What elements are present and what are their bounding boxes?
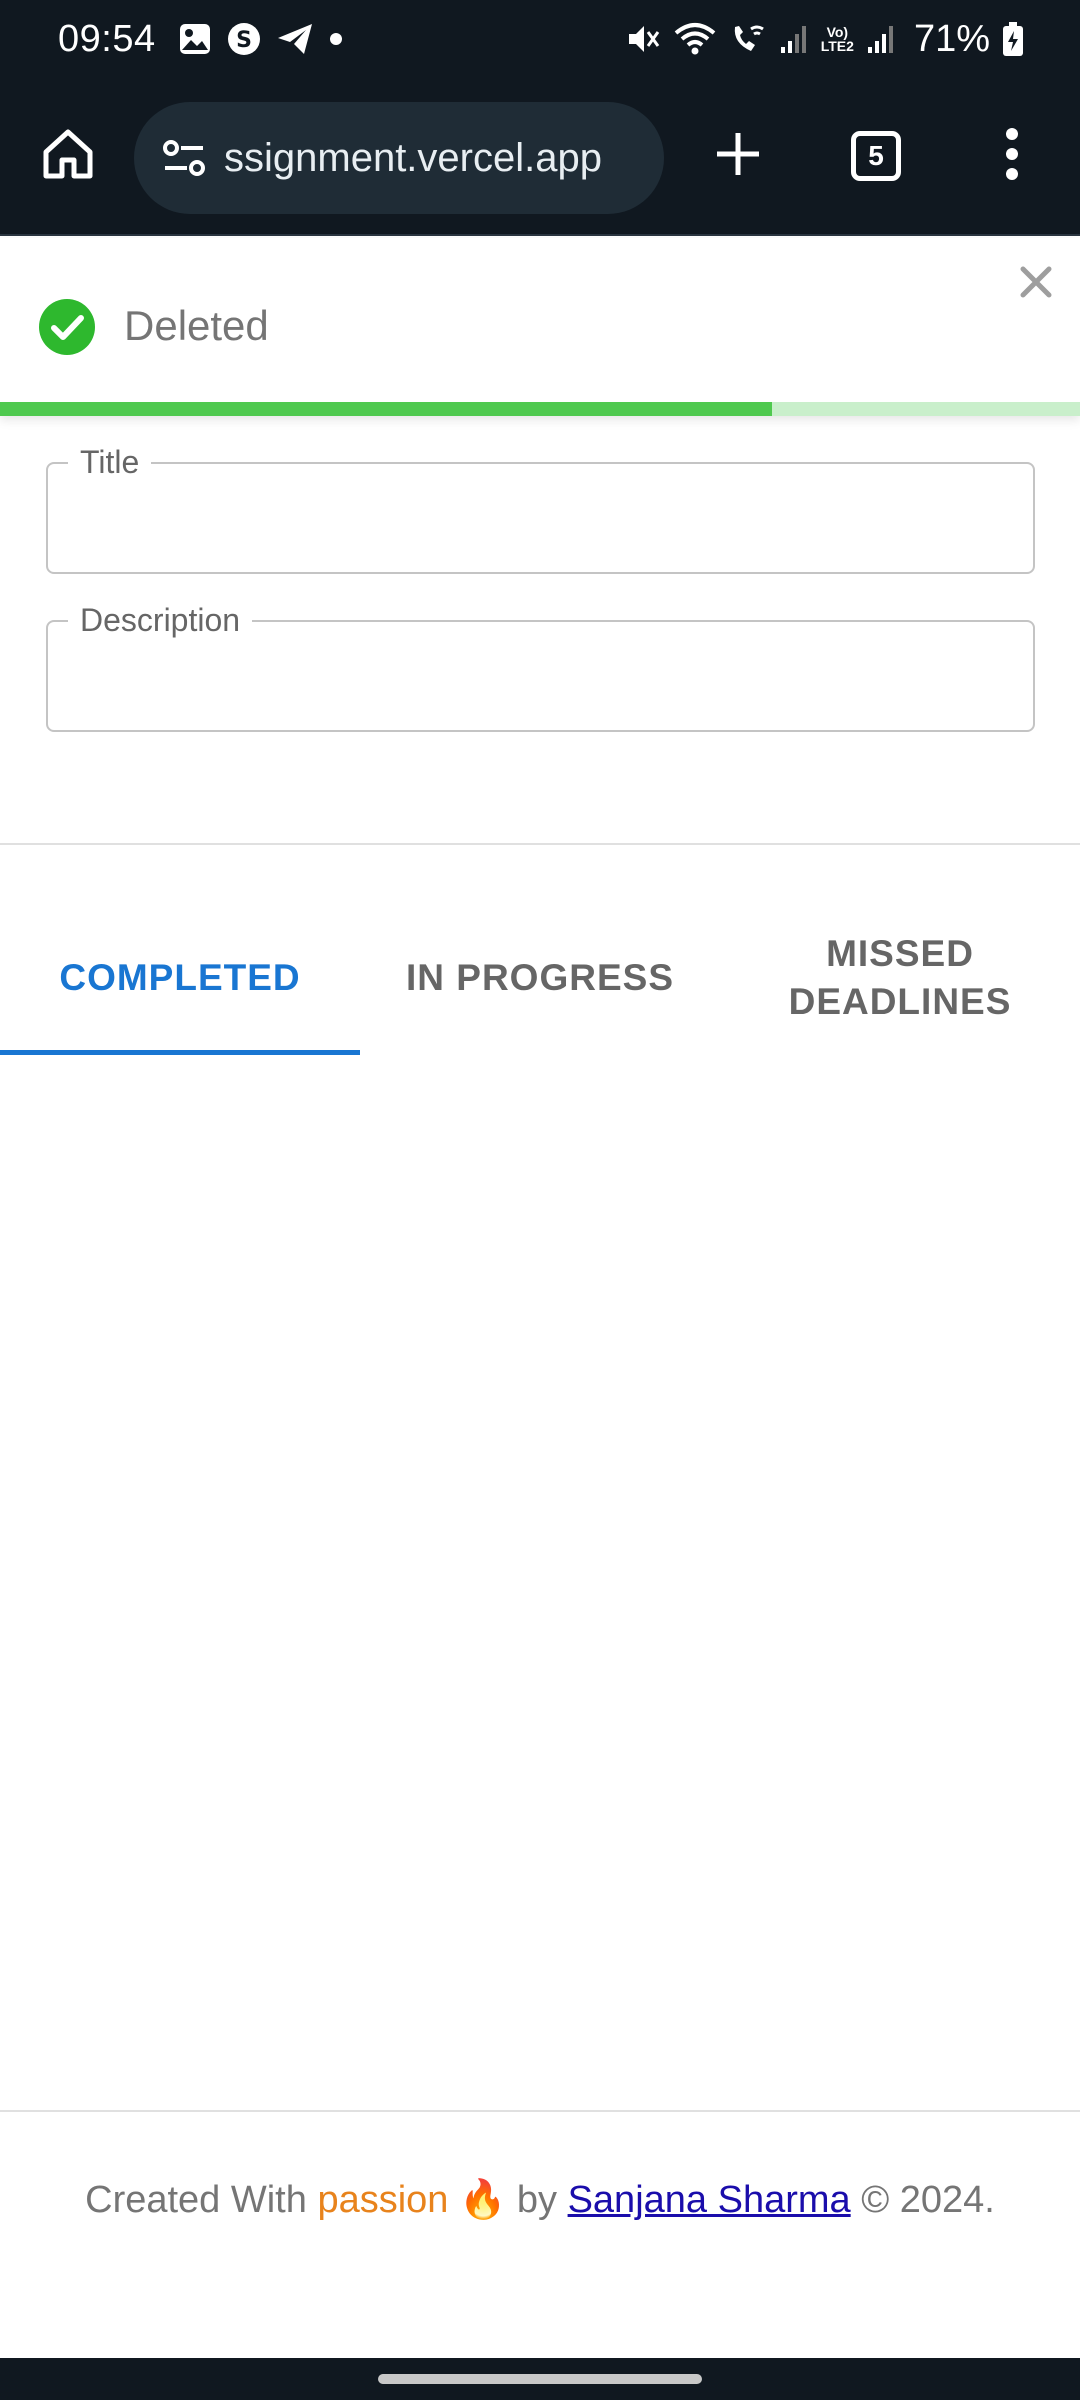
description-label: Description: [68, 600, 253, 640]
toast-progress-fill: [0, 402, 773, 416]
status-left-icons: S: [178, 21, 344, 57]
active-tab-indicator: [0, 1050, 360, 1055]
battery-charging-icon: [1002, 21, 1024, 57]
gesture-handle[interactable]: [378, 2374, 702, 2384]
tab-switcher-button[interactable]: 5: [846, 126, 906, 186]
signal-icon: [866, 23, 896, 55]
system-nav-bar: [0, 2358, 1080, 2400]
wifi-icon: [673, 21, 717, 57]
fire-emoji-icon: 🔥: [458, 2179, 507, 2221]
author-link[interactable]: Sanjana Sharma: [568, 2179, 851, 2221]
title-label: Title: [68, 442, 152, 482]
footer-divider: [0, 2110, 1080, 2112]
mute-icon: [625, 21, 661, 57]
home-button[interactable]: [36, 122, 100, 186]
tab-missed-deadlines-label: MISSED DEADLINES: [788, 933, 1012, 1022]
volte-label-bottom: LTE2: [820, 38, 854, 54]
telegram-icon: [276, 22, 314, 56]
toast-message: Deleted: [124, 302, 269, 349]
toast-progress-track: [0, 402, 1080, 416]
address-bar[interactable]: ssignment.vercel.app: [134, 102, 664, 214]
footer-suffix: © 2024.: [861, 2179, 995, 2221]
check-circle-icon: [38, 298, 96, 356]
home-icon: [43, 129, 93, 179]
site-settings-icon[interactable]: [158, 132, 210, 184]
more-vert-icon: [1006, 128, 1018, 180]
svg-text:S: S: [236, 28, 252, 53]
title-field[interactable]: Title: [46, 442, 1035, 574]
volte-icon: Vo) LTE2: [821, 25, 854, 53]
status-bar: 09:54 S Vo) LTE2 71%: [0, 0, 1080, 78]
plus-icon: [717, 133, 759, 175]
browser-toolbar: ssignment.vercel.app 5: [0, 78, 1080, 236]
status-tabs: COMPLETED IN PROGRESS MISSED DEADLINES: [0, 900, 1080, 1056]
battery-percent: 71%: [913, 17, 990, 60]
footer-passion: passion: [317, 2179, 449, 2221]
divider: [0, 843, 1080, 845]
title-input[interactable]: [72, 494, 1012, 546]
footer-prefix: Created With: [85, 2179, 307, 2221]
status-right-icons: Vo) LTE2 71%: [625, 18, 1024, 61]
volte-label-top: Vo): [826, 24, 849, 40]
gallery-icon: [178, 22, 212, 56]
description-field[interactable]: Description: [46, 600, 1035, 732]
status-time: 09:54: [58, 17, 156, 60]
tab-missed-deadlines[interactable]: MISSED DEADLINES: [720, 900, 1080, 1056]
tab-completed[interactable]: COMPLETED: [0, 900, 360, 1056]
dot-icon: [328, 31, 344, 47]
description-input[interactable]: [72, 652, 1012, 704]
footer: Created With passion 🔥 by Sanjana Sharma…: [80, 2172, 1000, 2228]
new-tab-button[interactable]: [706, 122, 770, 186]
toast-close-button[interactable]: [1016, 262, 1056, 302]
url-text[interactable]: ssignment.vercel.app: [224, 136, 644, 181]
wifi-call-icon: [729, 21, 767, 57]
close-icon: [1020, 266, 1052, 298]
footer-by: by: [516, 2179, 558, 2221]
s-app-icon: S: [226, 21, 262, 57]
more-menu-button[interactable]: [990, 122, 1034, 186]
tab-count: 5: [851, 131, 901, 181]
toast-notification: Deleted: [0, 238, 1080, 416]
tab-in-progress[interactable]: IN PROGRESS: [360, 900, 720, 1056]
signal-icon: [779, 23, 809, 55]
